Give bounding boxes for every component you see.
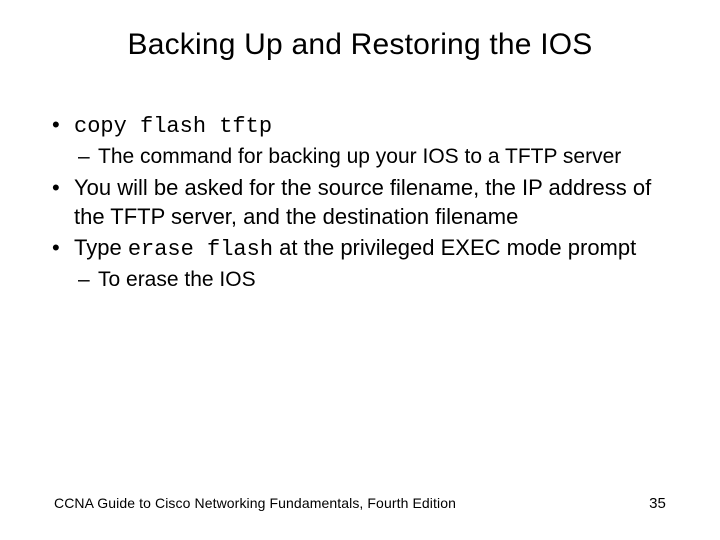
bullet-copy-flash: copy flash tftp [42,110,678,141]
page-number: 35 [649,495,666,512]
code-erase-flash: erase flash [128,237,273,262]
text-exec-mode: at the privileged EXEC mode prompt [273,235,636,260]
code-copy-flash-tftp: copy flash tftp [74,114,272,139]
subbullet-erase-ios: To erase the IOS [74,266,678,294]
slide-title: Backing Up and Restoring the IOS [0,0,720,72]
bullet-prompts: You will be asked for the source filenam… [42,173,678,231]
bullet-erase-flash: Type erase flash at the privileged EXEC … [42,233,678,264]
text-type: Type [74,235,128,260]
slide-footer: CCNA Guide to Cisco Networking Fundament… [54,495,666,512]
subbullet-backup-desc: The command for backing up your IOS to a… [74,143,678,171]
slide-content: copy flash tftp The command for backing … [0,72,720,294]
footer-book-title: CCNA Guide to Cisco Networking Fundament… [54,495,456,511]
